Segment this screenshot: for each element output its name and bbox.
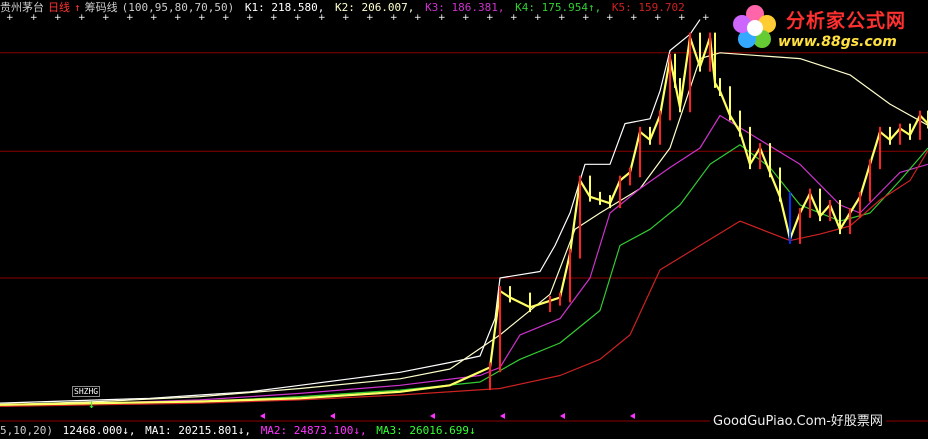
series-line-k4 xyxy=(0,144,928,407)
logo: 分析家公式网 www.88gs.com xyxy=(728,2,924,54)
k4-value: K4: 175.954↑, xyxy=(515,1,602,14)
logo-url: www.88gs.com xyxy=(778,34,897,50)
series-lines xyxy=(0,19,928,407)
series-line-k2 xyxy=(0,52,928,406)
bottom-tick-mark xyxy=(630,413,635,419)
top-tick-mark: + xyxy=(678,13,686,23)
top-tick-mark: + xyxy=(438,13,446,23)
volume-value: 12468.000↓, xyxy=(62,424,136,437)
top-tick-mark: + xyxy=(78,13,86,23)
series-line-price xyxy=(0,36,928,406)
period-label: 日线 xyxy=(48,1,70,14)
up-arrow-icon: ↑ xyxy=(74,1,81,14)
bottom-tick-mark xyxy=(260,413,265,419)
ma1-value: MA1: 20215.801↓, xyxy=(145,424,252,437)
watermark: GoodGuPiao.Com-好股票网 xyxy=(710,410,886,429)
top-tick-mark: + xyxy=(270,13,278,23)
ma3-value: MA3: 26016.699↓ xyxy=(376,424,476,437)
stock-name: 贵州茅台 xyxy=(0,1,44,14)
bottom-tick-mark xyxy=(430,413,435,419)
k3-value: K3: 186.381, xyxy=(425,1,505,14)
top-tick-mark: + xyxy=(30,13,38,23)
k2-value: K2: 206.007, xyxy=(334,1,415,14)
volume-footer: 5,10,20) 12468.000↓, MA1: 20215.801↓, MA… xyxy=(0,424,479,437)
series-line-k3 xyxy=(0,114,928,406)
top-tick-mark: + xyxy=(294,13,302,23)
top-tick-mark: + xyxy=(246,13,254,23)
bottom-tick-mark xyxy=(330,413,335,419)
top-tick-mark: + xyxy=(534,13,542,23)
top-tick-mark: + xyxy=(366,13,374,23)
bottom-tick-mark xyxy=(560,413,565,419)
top-tick-mark: + xyxy=(126,13,134,23)
k5-value: K5: 159.702 xyxy=(611,1,685,14)
top-tick-mark: + xyxy=(630,13,638,23)
top-tick-mark: + xyxy=(486,13,494,23)
signal-marker: SHZHG xyxy=(72,386,101,397)
logo-title: 分析家公式网 xyxy=(786,10,907,32)
indicator-name: 筹码线 xyxy=(84,1,118,14)
volume-params: 5,10,20) xyxy=(0,424,53,437)
series-line-k1 xyxy=(0,19,701,404)
top-tick-mark: + xyxy=(510,13,518,23)
top-tick-mark: + xyxy=(6,13,14,23)
k1-value: K1: 218.580, xyxy=(244,1,325,14)
ma2-value: MA2: 24873.100↓, xyxy=(260,424,367,437)
top-tick-mark: + xyxy=(390,13,398,23)
indicator-header: 贵州茅台 日线 ↑ 筹码线 (100,95,80,70,50) K1: 218.580,… xyxy=(0,1,689,14)
indicator-params: (100,95,80,70,50) xyxy=(121,1,235,14)
top-tick-mark: + xyxy=(222,13,230,23)
top-tick-mark: + xyxy=(150,13,158,23)
chip-line-chart: + + + + + + + + + + + + + + + + + + + + + + + + + + + + + + xyxy=(0,13,928,422)
down-arrow-icon: ↓ xyxy=(88,397,96,411)
top-tick-mark: + xyxy=(174,13,182,23)
top-tick-mark: + xyxy=(558,13,566,23)
top-tick-mark: + xyxy=(198,13,206,23)
top-tick-mark: + xyxy=(318,13,326,23)
top-tick-mark: + xyxy=(102,13,110,23)
flower-logo-icon xyxy=(733,5,776,48)
top-tick-mark: + xyxy=(702,13,710,23)
top-tick-mark: + xyxy=(54,13,62,23)
top-tick-mark: + xyxy=(606,13,614,23)
tick-marks: + + + + + + + + + + + + + + + + + + + + + + + + + + + + + + xyxy=(6,13,710,419)
top-tick-mark: + xyxy=(414,13,422,23)
top-tick-mark: + xyxy=(654,13,662,23)
top-tick-mark: + xyxy=(462,13,470,23)
bottom-tick-mark xyxy=(500,413,505,419)
top-tick-mark: + xyxy=(342,13,350,23)
top-tick-mark: + xyxy=(582,13,590,23)
